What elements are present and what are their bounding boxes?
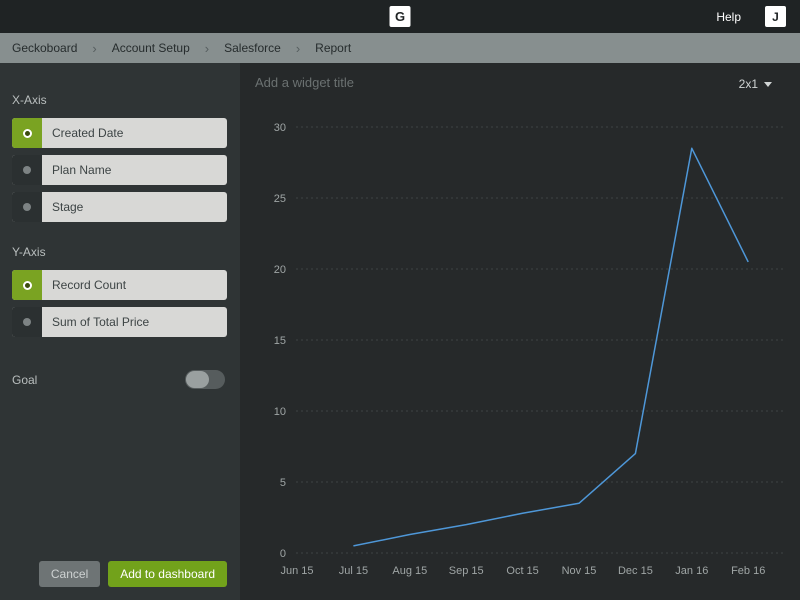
svg-text:Aug 15: Aug 15 [392,565,427,577]
widget-config-sidebar: X-Axis Created Date Plan Name Stage Y-Ax… [0,63,240,600]
avatar[interactable]: J [765,6,786,27]
chevron-right-icon: › [296,41,300,56]
help-link[interactable]: Help [716,10,741,24]
content: X-Axis Created Date Plan Name Stage Y-Ax… [0,63,800,600]
radio-selected-icon [12,118,42,148]
goal-row: Goal [12,370,227,389]
svg-text:0: 0 [280,548,286,560]
breadcrumb-item-report: Report [315,41,351,55]
cancel-button[interactable]: Cancel [39,561,100,587]
svg-text:Dec 15: Dec 15 [618,565,653,577]
radio-unselected-icon [12,307,42,337]
option-label: Stage [42,192,83,222]
svg-text:15: 15 [274,335,286,347]
breadcrumb-item-account-setup[interactable]: Account Setup [112,41,190,55]
svg-text:Nov 15: Nov 15 [562,565,597,577]
x-axis-option-plan-name[interactable]: Plan Name [12,155,227,185]
option-label: Plan Name [42,155,111,185]
option-label: Created Date [42,118,123,148]
svg-text:25: 25 [274,193,286,205]
top-bar: G Help J [0,0,800,33]
sidebar-footer: Cancel Add to dashboard [12,561,227,587]
y-axis-option-sum-total-price[interactable]: Sum of Total Price [12,307,227,337]
topbar-right: Help J [716,6,800,27]
svg-text:10: 10 [274,406,286,418]
x-axis-option-created-date[interactable]: Created Date [12,118,227,148]
svg-text:Sep 15: Sep 15 [449,565,484,577]
option-label: Sum of Total Price [42,307,149,337]
x-axis-section-label: X-Axis [12,93,227,107]
y-axis-section-label: Y-Axis [12,245,227,259]
svg-text:Jun 15: Jun 15 [280,565,313,577]
svg-text:20: 20 [274,264,286,276]
goal-toggle[interactable] [185,370,225,389]
goal-label: Goal [12,373,37,387]
add-to-dashboard-button[interactable]: Add to dashboard [108,561,227,587]
svg-text:Jan 16: Jan 16 [675,565,708,577]
breadcrumb-item-geckoboard[interactable]: Geckoboard [12,41,77,55]
radio-selected-icon [12,270,42,300]
radio-unselected-icon [12,192,42,222]
widget-preview: 2x1 051015202530Jun 15Jul 15Aug 15Sep 15… [240,63,800,600]
svg-text:30: 30 [274,122,286,134]
x-axis-option-stage[interactable]: Stage [12,192,227,222]
svg-text:Oct 15: Oct 15 [506,565,538,577]
geckoboard-logo[interactable]: G [390,6,411,27]
chevron-right-icon: › [92,41,96,56]
option-label: Record Count [42,270,126,300]
svg-text:Feb 16: Feb 16 [731,565,765,577]
svg-text:Jul 15: Jul 15 [339,565,368,577]
breadcrumb-item-salesforce[interactable]: Salesforce [224,41,281,55]
radio-unselected-icon [12,155,42,185]
line-chart: 0 5 10 15 20 25 30 Jun 15 Jul 15 Aug 15 Sep 15 Oct … [240,63,800,600]
svg-text:5: 5 [280,477,286,489]
breadcrumb: Geckoboard › Account Setup › Salesforce … [0,33,800,63]
toggle-knob [186,371,209,388]
chevron-right-icon: › [205,41,209,56]
y-axis-option-record-count[interactable]: Record Count [12,270,227,300]
